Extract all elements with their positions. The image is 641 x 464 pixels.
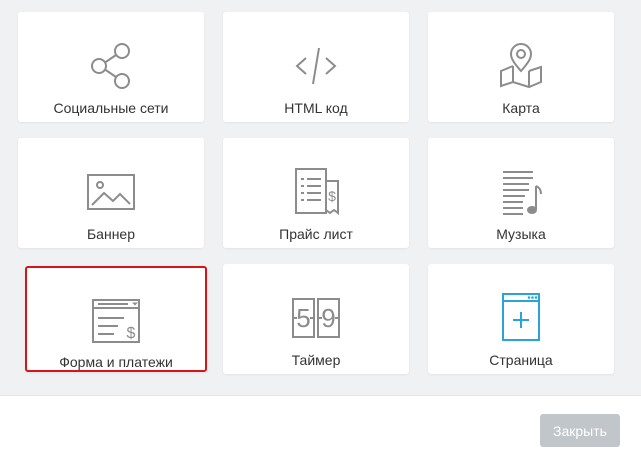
tile-timer[interactable]: 5 9 Таймер: [223, 264, 409, 374]
close-button[interactable]: Закрыть: [540, 414, 620, 447]
tile-music[interactable]: Музыка: [428, 138, 614, 248]
tile-banner[interactable]: Баннер: [18, 138, 204, 248]
tile-label: Баннер: [86, 226, 135, 242]
timer-digit: 9: [321, 303, 335, 333]
share-icon: [91, 43, 130, 89]
price-list-icon: $: [295, 168, 339, 215]
code-icon: [295, 47, 337, 85]
tile-social-networks[interactable]: Социальные сети: [18, 12, 204, 122]
form-payment-icon: $: [92, 299, 140, 343]
tile-label: Музыка: [496, 226, 546, 242]
tile-label: Форма и платежи: [59, 354, 173, 370]
tile-label: Таймер: [291, 352, 341, 368]
tile-label: Социальные сети: [53, 100, 169, 116]
tile-map[interactable]: Карта: [428, 12, 614, 122]
tile-label: HTML код: [284, 100, 348, 116]
tile-html-code[interactable]: HTML код: [223, 12, 409, 122]
map-icon: [500, 43, 542, 89]
tile-label: Страница: [489, 352, 553, 368]
page-icon: [502, 293, 540, 341]
tile-form-and-payments[interactable]: $ Форма и платежи: [25, 266, 207, 372]
timer-icon: 5 9: [292, 298, 340, 338]
svg-text:$: $: [328, 188, 336, 204]
widget-grid: Социальные сети HTML код Карта Баннер $ …: [0, 0, 641, 392]
tile-price-list[interactable]: $ Прайс лист: [223, 138, 409, 248]
tile-page[interactable]: Страница: [428, 264, 614, 374]
tile-label: Карта: [502, 100, 540, 116]
dialog-footer: Закрыть: [0, 395, 641, 464]
image-icon: [87, 174, 135, 210]
svg-text:$: $: [127, 325, 136, 342]
timer-digit: 5: [296, 303, 310, 333]
music-icon: [503, 171, 542, 215]
tile-label: Прайс лист: [279, 226, 353, 242]
